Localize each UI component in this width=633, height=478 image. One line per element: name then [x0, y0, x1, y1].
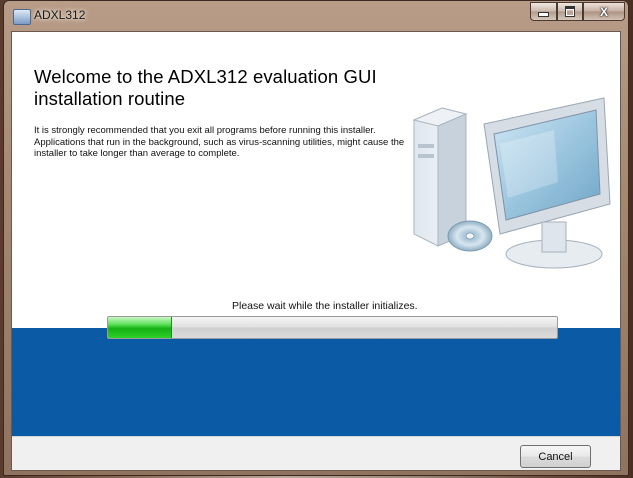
button-bar: Cancel	[12, 436, 620, 470]
app-icon	[13, 9, 31, 25]
installer-content: Welcome to the ADXL312 evaluation GUI in…	[11, 31, 621, 471]
window-title: ADXL312	[34, 8, 86, 22]
close-button[interactable]: X	[583, 2, 625, 21]
cancel-button[interactable]: Cancel	[520, 445, 591, 468]
status-text: Please wait while the installer initiali…	[232, 300, 418, 312]
maximize-button[interactable]	[557, 2, 583, 21]
minimize-button[interactable]	[530, 2, 557, 21]
installer-window: ADXL312 X Welcome to the ADXL312 evaluat…	[3, 0, 629, 476]
blue-band	[12, 328, 620, 436]
progress-bar	[107, 316, 558, 339]
maximize-icon	[565, 6, 575, 17]
computer-with-cd-icon	[412, 97, 611, 269]
progress-fill	[108, 317, 172, 338]
minimize-icon	[538, 12, 549, 17]
page-title: Welcome to the ADXL312 evaluation GUI in…	[34, 66, 377, 109]
close-icon: X	[599, 4, 608, 19]
title-bar[interactable]: ADXL312 X	[4, 1, 628, 31]
intro-text: It is strongly recommended that you exit…	[34, 125, 405, 159]
